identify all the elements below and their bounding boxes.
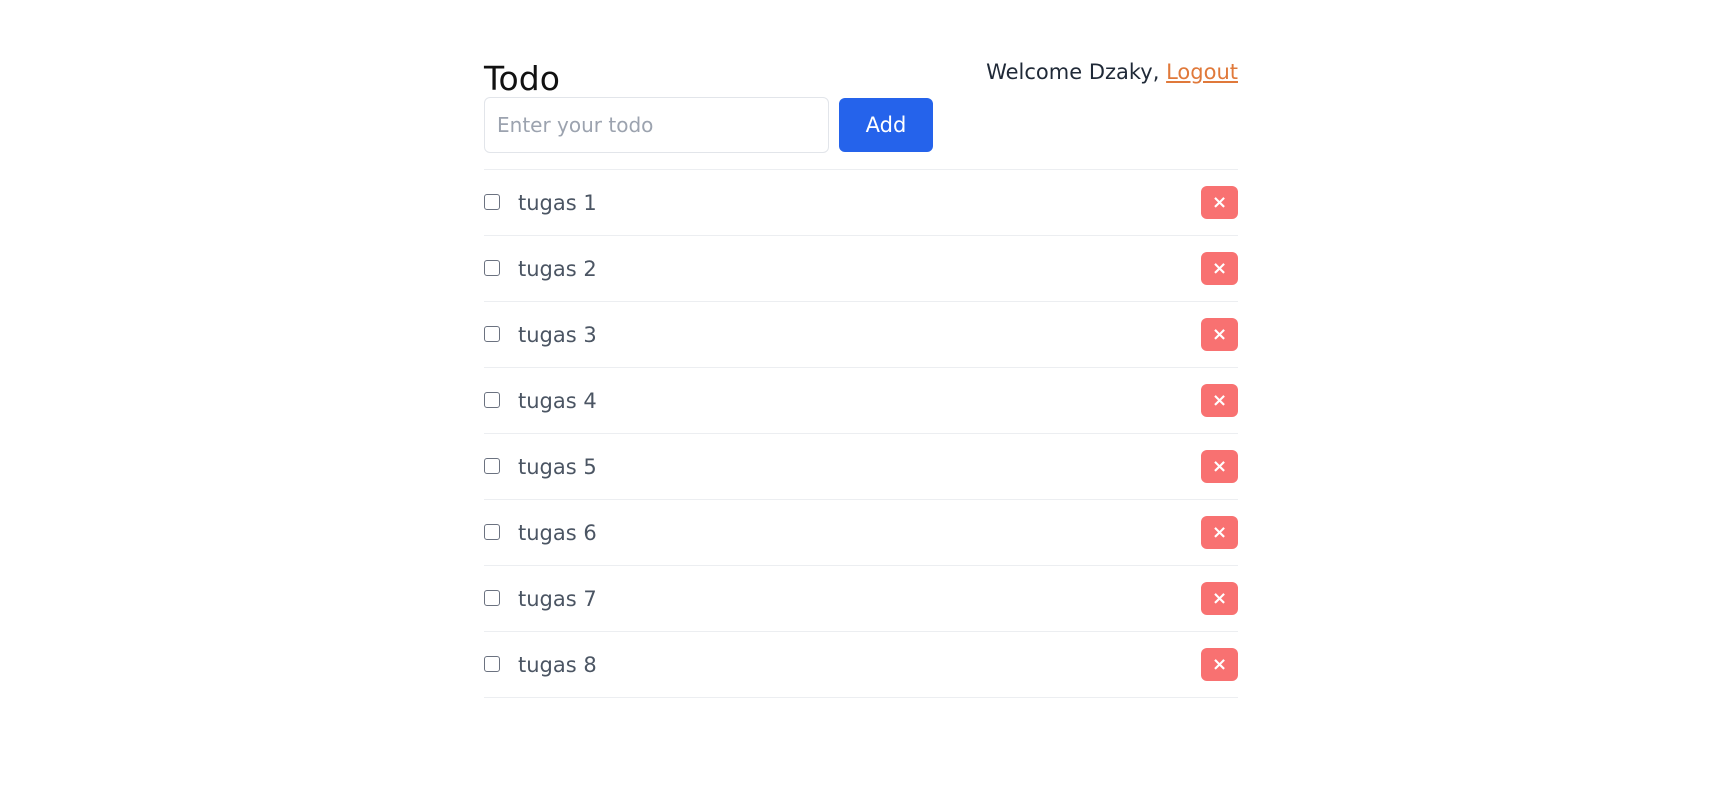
close-icon: × <box>1211 324 1228 345</box>
todo-checkbox[interactable] <box>484 590 500 606</box>
delete-button[interactable]: × <box>1201 582 1238 615</box>
page-title: Todo <box>484 59 560 98</box>
todo-item: tugas 6 × <box>484 500 1238 566</box>
close-icon: × <box>1211 456 1228 477</box>
delete-button[interactable]: × <box>1201 384 1238 417</box>
todo-checkbox[interactable] <box>484 260 500 276</box>
delete-button[interactable]: × <box>1201 186 1238 219</box>
todo-text: tugas 3 <box>518 323 597 347</box>
close-icon: × <box>1211 258 1228 279</box>
todo-checkbox[interactable] <box>484 326 500 342</box>
delete-button[interactable]: × <box>1201 648 1238 681</box>
close-icon: × <box>1211 390 1228 411</box>
todo-checkbox[interactable] <box>484 194 500 210</box>
todo-item: tugas 8 × <box>484 632 1238 698</box>
welcome-message: Welcome Dzaky, Logout <box>986 56 1238 88</box>
close-icon: × <box>1211 522 1228 543</box>
delete-button[interactable]: × <box>1201 318 1238 351</box>
todo-app: Todo Welcome Dzaky, Logout Add tugas 1 ×… <box>484 54 1238 698</box>
header: Todo Welcome Dzaky, Logout <box>484 54 1238 98</box>
add-todo-form: Add <box>484 97 984 153</box>
delete-button[interactable]: × <box>1201 450 1238 483</box>
welcome-text: Welcome Dzaky, <box>986 60 1160 84</box>
todo-text: tugas 1 <box>518 191 597 215</box>
todo-input[interactable] <box>484 97 829 153</box>
todo-text: tugas 4 <box>518 389 597 413</box>
todo-text: tugas 2 <box>518 257 597 281</box>
close-icon: × <box>1211 192 1228 213</box>
todo-text: tugas 5 <box>518 455 597 479</box>
logout-link[interactable]: Logout <box>1166 60 1238 84</box>
todo-list: tugas 1 × tugas 2 × tugas 3 × tugas 4 × … <box>484 169 1238 698</box>
todo-item: tugas 2 × <box>484 236 1238 302</box>
todo-item: tugas 4 × <box>484 368 1238 434</box>
delete-button[interactable]: × <box>1201 516 1238 549</box>
todo-checkbox[interactable] <box>484 524 500 540</box>
close-icon: × <box>1211 654 1228 675</box>
todo-item: tugas 7 × <box>484 566 1238 632</box>
todo-checkbox[interactable] <box>484 656 500 672</box>
todo-text: tugas 8 <box>518 653 597 677</box>
add-button[interactable]: Add <box>839 98 933 152</box>
todo-item: tugas 3 × <box>484 302 1238 368</box>
todo-checkbox[interactable] <box>484 458 500 474</box>
todo-item: tugas 5 × <box>484 434 1238 500</box>
delete-button[interactable]: × <box>1201 252 1238 285</box>
todo-text: tugas 7 <box>518 587 597 611</box>
close-icon: × <box>1211 588 1228 609</box>
todo-checkbox[interactable] <box>484 392 500 408</box>
todo-text: tugas 6 <box>518 521 597 545</box>
todo-item: tugas 1 × <box>484 170 1238 236</box>
